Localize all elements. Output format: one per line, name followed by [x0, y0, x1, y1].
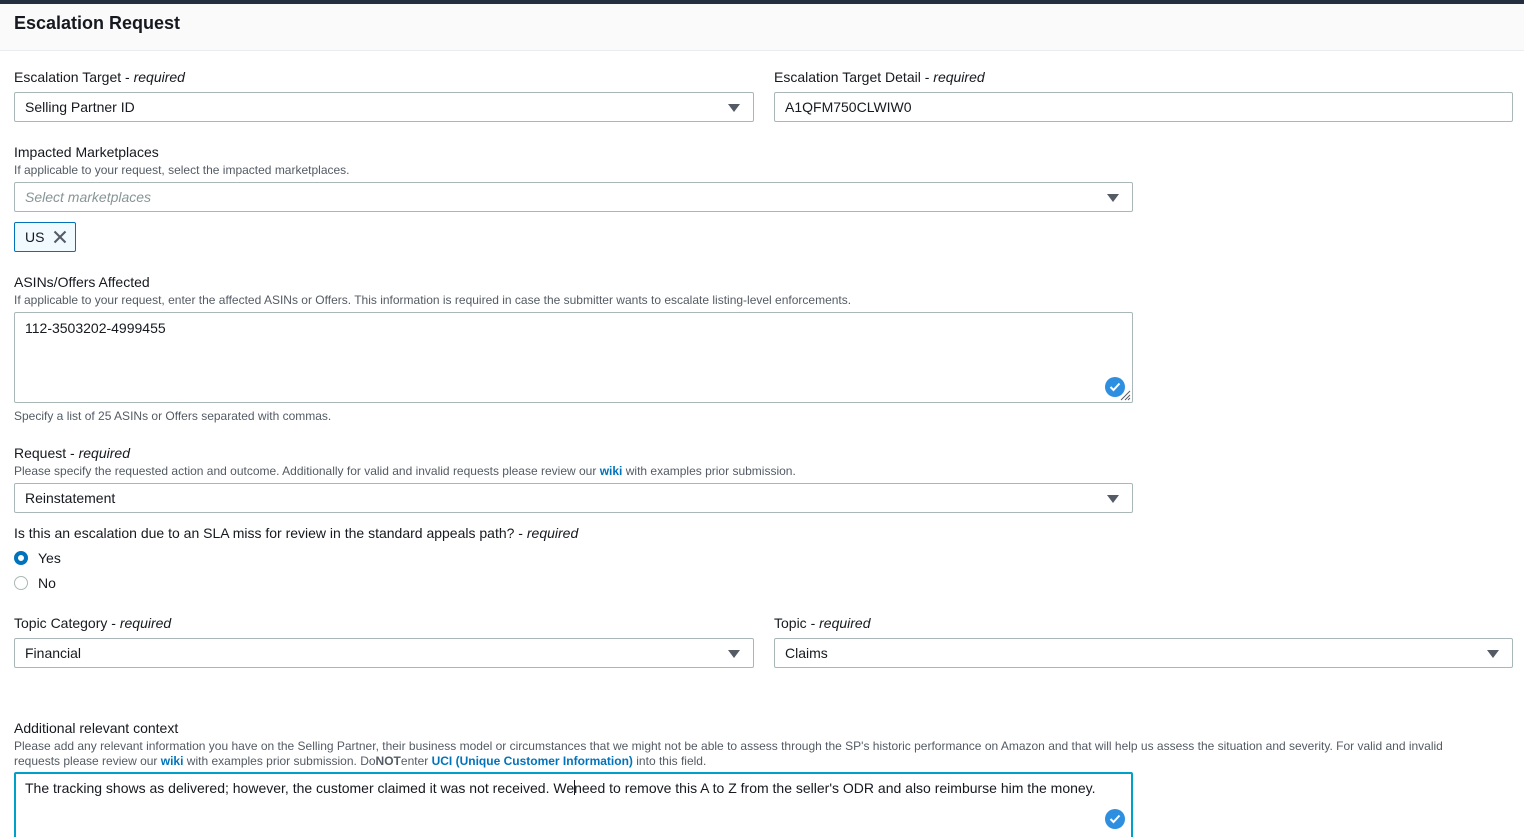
context-description-line2: requests please review our wiki with exa… — [14, 754, 707, 768]
page-title: Escalation Request — [14, 13, 181, 33]
topic-label: Topic - required — [774, 615, 871, 631]
escalation-target-select[interactable]: Selling Partner ID — [14, 92, 754, 122]
page-header: Escalation Request — [0, 4, 1524, 51]
context-textarea[interactable]: The tracking shows as delivered; however… — [14, 772, 1133, 837]
asins-textarea[interactable]: 112-3503202-4999455 — [14, 312, 1133, 403]
check-icon — [1105, 809, 1125, 829]
sla-radio-yes-label[interactable]: Yes — [38, 550, 61, 566]
close-icon[interactable] — [53, 230, 67, 244]
caret-down-icon — [728, 104, 740, 112]
escalation-target-detail-label: Escalation Target Detail - required — [774, 69, 985, 85]
marketplaces-description: If applicable to your request, select th… — [14, 163, 350, 177]
marketplaces-label: Impacted Marketplaces — [14, 144, 159, 160]
request-label: Request - required — [14, 445, 130, 461]
sla-radio-no-label[interactable]: No — [38, 575, 56, 591]
topic-select[interactable]: Claims — [774, 638, 1513, 668]
resize-handle-icon[interactable] — [1119, 389, 1131, 401]
asins-label: ASINs/Offers Affected — [14, 274, 150, 290]
escalation-target-label: Escalation Target - required — [14, 69, 185, 85]
wiki-link[interactable]: wiki — [161, 754, 184, 768]
request-description: Please specify the requested action and … — [14, 464, 796, 478]
caret-down-icon — [1107, 194, 1119, 202]
topic-category-label: Topic Category - required — [14, 615, 172, 631]
caret-down-icon — [1107, 495, 1119, 503]
caret-down-icon — [1487, 650, 1499, 658]
sla-radio-no[interactable] — [14, 576, 28, 590]
asins-constraint-text: Specify a list of 25 ASINs or Offers sep… — [14, 409, 332, 423]
sla-radio-yes[interactable] — [14, 551, 28, 565]
topic-category-select[interactable]: Financial — [14, 638, 754, 668]
sla-question-label: Is this an escalation due to an SLA miss… — [14, 525, 579, 541]
uci-link[interactable]: UCI (Unique Customer Information) — [432, 754, 633, 768]
marketplaces-multiselect[interactable]: Select marketplaces — [14, 182, 1133, 212]
marketplace-token-us: US — [14, 222, 76, 252]
asins-description: If applicable to your request, enter the… — [14, 293, 852, 307]
wiki-link[interactable]: wiki — [600, 464, 623, 478]
context-label: Additional relevant context — [14, 720, 179, 736]
caret-down-icon — [728, 650, 740, 658]
request-select[interactable]: Reinstatement — [14, 483, 1133, 513]
context-description-line1: Please add any relevant information you … — [14, 739, 1443, 753]
escalation-target-detail-input[interactable]: A1QFM750CLWIW0 — [774, 92, 1513, 122]
